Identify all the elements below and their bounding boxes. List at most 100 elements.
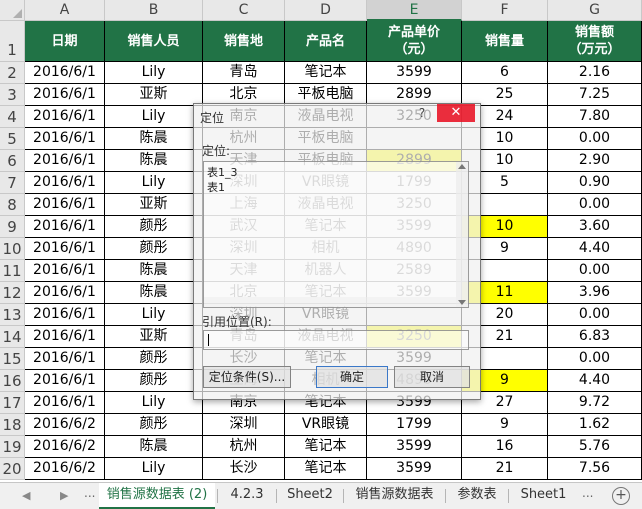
table-cell[interactable]: 陈晨	[105, 436, 203, 458]
table-cell[interactable]: 7.80	[548, 106, 642, 128]
row-header[interactable]: 18	[0, 414, 25, 436]
row-header[interactable]: 7	[0, 172, 25, 194]
column-header-d[interactable]: D	[285, 0, 367, 21]
table-cell[interactable]: 亚斯	[105, 326, 203, 348]
table-cell[interactable]: 2.16	[548, 62, 642, 84]
prev-sheet-icon[interactable]: ◀	[22, 489, 30, 502]
table-cell[interactable]: 2.90	[548, 150, 642, 172]
row-header[interactable]: 20	[0, 458, 25, 480]
sheet-tab[interactable]: 参数表	[447, 483, 507, 509]
row-header[interactable]: 9	[0, 216, 25, 238]
table-cell[interactable]: 0.00	[548, 194, 642, 216]
row-header[interactable]: 2	[0, 62, 25, 84]
row-header[interactable]: 4	[0, 106, 25, 128]
table-cell[interactable]: 0.00	[548, 348, 642, 370]
table-cell[interactable]: 21	[462, 458, 548, 480]
table-cell[interactable]: 16	[462, 436, 548, 458]
list-item[interactable]: 表1	[207, 179, 225, 195]
goto-list[interactable]: 表1_3 表1	[203, 161, 469, 308]
table-cell[interactable]: 颜彤	[105, 216, 203, 238]
table-cell[interactable]: 深圳	[203, 414, 285, 436]
table-cell[interactable]: 2016/6/1	[25, 128, 105, 150]
table-cell[interactable]: 杭州	[203, 436, 285, 458]
close-button[interactable]: ✕	[437, 104, 475, 122]
table-cell[interactable]: 0.00	[548, 304, 642, 326]
row-header[interactable]: 1	[0, 21, 25, 62]
table-cell[interactable]: 陈晨	[105, 260, 203, 282]
table-cell[interactable]: 2016/6/2	[25, 414, 105, 436]
header-cell[interactable]: 产品名	[285, 21, 367, 62]
table-cell[interactable]: Lily	[105, 62, 203, 84]
table-cell[interactable]: 亚斯	[105, 194, 203, 216]
sheet-tab[interactable]: Sheet1	[510, 483, 577, 509]
column-header-e[interactable]: E	[367, 0, 462, 21]
table-cell[interactable]: 5.76	[548, 436, 642, 458]
table-cell[interactable]: 长沙	[203, 458, 285, 480]
sheet-tab[interactable]: 4.2.3	[219, 483, 275, 509]
table-cell[interactable]: 4.40	[548, 370, 642, 392]
table-cell[interactable]: 陈晨	[105, 150, 203, 172]
table-cell[interactable]: 2016/6/1	[25, 172, 105, 194]
row-header[interactable]: 12	[0, 282, 25, 304]
table-cell[interactable]: 2016/6/1	[25, 326, 105, 348]
table-cell[interactable]: 颜彤	[105, 414, 203, 436]
ok-button[interactable]: 确定	[316, 366, 388, 388]
table-cell[interactable]: 9.72	[548, 392, 642, 414]
row-header[interactable]: 6	[0, 150, 25, 172]
table-cell[interactable]: 笔记本	[285, 436, 367, 458]
reference-input[interactable]	[203, 330, 469, 350]
table-cell[interactable]: 陈晨	[105, 128, 203, 150]
table-cell[interactable]: 1799	[367, 414, 462, 436]
table-cell[interactable]: 6.83	[548, 326, 642, 348]
next-sheet-icon[interactable]: ▶	[60, 489, 68, 502]
header-cell[interactable]: 销售量	[462, 21, 548, 62]
table-cell[interactable]: 颜彤	[105, 348, 203, 370]
row-header[interactable]: 8	[0, 194, 25, 216]
table-cell[interactable]: 2016/6/2	[25, 436, 105, 458]
sheet-tab[interactable]: Sheet2	[278, 483, 342, 509]
scroll-down-icon[interactable]	[458, 300, 466, 305]
table-cell[interactable]: 6	[462, 62, 548, 84]
table-cell[interactable]: Lily	[105, 304, 203, 326]
row-header[interactable]: 13	[0, 304, 25, 326]
table-cell[interactable]: 2016/6/1	[25, 216, 105, 238]
table-cell[interactable]: 0.90	[548, 172, 642, 194]
table-cell[interactable]: 2016/6/1	[25, 106, 105, 128]
select-all-corner[interactable]	[0, 0, 25, 21]
sheet-tab[interactable]: 销售源数据表 (2)	[99, 483, 215, 509]
table-cell[interactable]: 2016/6/1	[25, 282, 105, 304]
cancel-button[interactable]: 取消	[394, 366, 470, 388]
table-cell[interactable]: Lily	[105, 106, 203, 128]
table-cell[interactable]: 7.25	[548, 84, 642, 106]
table-cell[interactable]: 2016/6/1	[25, 304, 105, 326]
table-cell[interactable]: 笔记本	[285, 458, 367, 480]
table-cell[interactable]: Lily	[105, 392, 203, 414]
header-cell[interactable]: 销售额 （万元）	[548, 21, 642, 62]
table-cell[interactable]: 3599	[367, 62, 462, 84]
more-sheets-ellipsis[interactable]: ...	[84, 486, 95, 500]
column-header-g[interactable]: G	[548, 0, 642, 21]
table-cell[interactable]: 1.62	[548, 414, 642, 436]
table-cell[interactable]: 2016/6/1	[25, 238, 105, 260]
table-cell[interactable]: 亚斯	[105, 84, 203, 106]
table-cell[interactable]: 3599	[367, 458, 462, 480]
table-cell[interactable]: 2016/6/2	[25, 458, 105, 480]
table-cell[interactable]: 2016/6/1	[25, 62, 105, 84]
header-cell[interactable]: 销售人员	[105, 21, 203, 62]
header-cell[interactable]: 日期	[25, 21, 105, 62]
sheet-tab[interactable]: 销售源数据表	[345, 483, 444, 509]
table-cell[interactable]: Lily	[105, 172, 203, 194]
table-cell[interactable]: 3599	[367, 436, 462, 458]
table-cell[interactable]: 笔记本	[285, 62, 367, 84]
list-horizontal-scrollbar[interactable]	[204, 297, 456, 307]
row-header[interactable]: 16	[0, 370, 25, 392]
row-header[interactable]: 10	[0, 238, 25, 260]
table-cell[interactable]: 2016/6/1	[25, 392, 105, 414]
header-cell[interactable]: 产品单价 （元）	[367, 21, 462, 62]
table-cell[interactable]: 4.40	[548, 238, 642, 260]
table-cell[interactable]: 2016/6/1	[25, 370, 105, 392]
column-header-a[interactable]: A	[25, 0, 105, 21]
add-sheet-icon[interactable]: +	[612, 487, 630, 505]
table-cell[interactable]: 颜彤	[105, 370, 203, 392]
row-header[interactable]: 11	[0, 260, 25, 282]
